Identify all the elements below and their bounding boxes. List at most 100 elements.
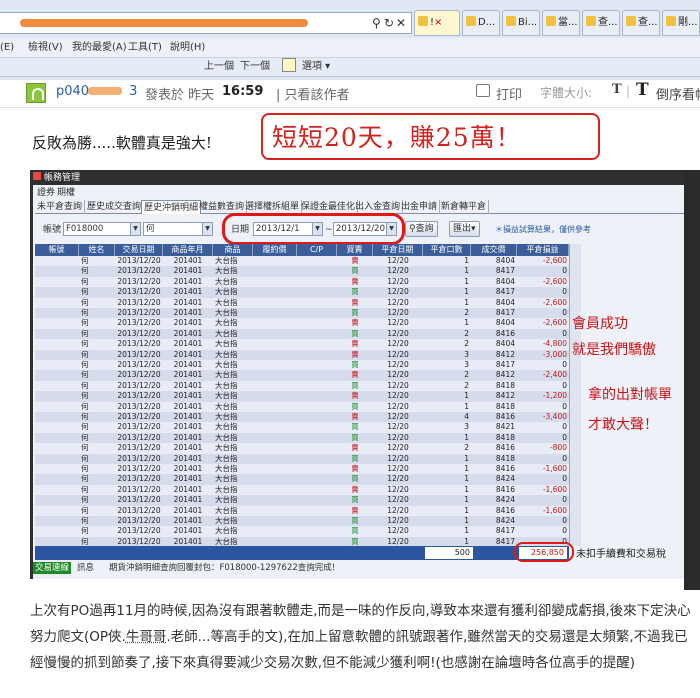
tab-equity[interactable]: 權益數查詢 [197, 200, 248, 214]
find-next-button[interactable]: 下一個 [240, 58, 270, 76]
search-icon[interactable]: ⚲ [372, 16, 381, 30]
table-row[interactable]: 何 2013/12/20 201401 大台指 買 12/20 1 8424 0 [35, 516, 569, 527]
table-cell: 0 [562, 401, 567, 411]
only-author-link[interactable]: | 只看該作者 [276, 84, 350, 103]
table-row[interactable]: 何 2013/12/20 201401 大台指 賣 12/20 4 8416 -3,400 [35, 412, 569, 423]
column-header[interactable]: 成交價 [471, 244, 517, 256]
font-size-label: 字體大小: [540, 86, 593, 100]
table-row[interactable]: 何 2013/12/20 201401 大台指 買 12/20 2 8417 0 [35, 308, 569, 319]
export-button[interactable]: 匯出▾ [449, 221, 480, 237]
browser-tab[interactable]: 查... [582, 10, 620, 36]
column-header[interactable]: 履約價 [253, 244, 297, 256]
table-cell: 12/20 [387, 464, 409, 473]
printer-icon[interactable] [476, 84, 490, 97]
tab-convert[interactable]: 新倉轉平倉 [439, 200, 490, 214]
column-header[interactable]: 姓名 [79, 244, 115, 256]
column-header[interactable]: 買賣 [337, 244, 373, 256]
account-select[interactable]: F018000 ▼ [63, 222, 141, 236]
table-cell: 12/20 [387, 453, 409, 463]
table-row[interactable]: 何 2013/12/20 201401 大台指買 12/20 1 8417 0 [35, 287, 569, 298]
table-cell: 8418 [495, 453, 515, 463]
table-cell: 大台指 [215, 391, 238, 401]
table-row[interactable]: 何 2013/12/20 201401 大台指 買 12/20 2 8418 0 [35, 381, 569, 391]
table-row[interactable]: 何 2013/12/20 201401 大台指 賣 12/20 2 8416 -800 [35, 443, 569, 453]
column-header[interactable]: 平倉日期 [373, 244, 423, 256]
reverse-order-link[interactable]: 倒序看帖 [656, 84, 700, 103]
close-icon[interactable]: × [434, 17, 442, 28]
tab-trade-history[interactable]: 歷史成交查詢 [85, 200, 145, 214]
menu-help[interactable]: 說明(H) [170, 38, 205, 58]
column-header[interactable]: 商品年月 [163, 244, 213, 256]
tab-deposit[interactable]: 出入金查詢 [353, 200, 404, 214]
column-header[interactable]: 交易日期 [115, 244, 163, 256]
table-row[interactable]: 何 2013/12/20 201401 大台指 賣 12/20 3 8412 -3,000 [35, 349, 569, 360]
table-row[interactable]: 何 2013/12/20 201401 大台指 賣 12/20 1 8404 -2,600 [35, 318, 569, 328]
table-row[interactable]: 何 2013/12/20 201401 大台指 賣 12/20 1 8404 -2,600 [35, 298, 569, 308]
table-cell: 1 [464, 536, 469, 546]
tab-offset-detail[interactable]: 歷史沖銷明細 [141, 200, 202, 214]
table-row[interactable]: 何 2013/12/20 201401 大台指 買 12/20 3 8421 0 [35, 422, 569, 432]
print-link[interactable]: 打印 [496, 84, 522, 103]
table-row[interactable]: 何 2013/12/20 201401 大台指 買 12/20 3 8417 0 [35, 360, 569, 370]
app-menu-futures[interactable]: 期權 [57, 187, 75, 199]
pencil-icon[interactable] [282, 58, 296, 72]
table-cell: 201401 [173, 536, 203, 546]
table-row[interactable]: 何 2013/12/20 201401 大台指 賣 12/20 1 8416 -1,600 [35, 485, 569, 495]
close-icon[interactable]: ✕ [396, 16, 406, 30]
table-cell: 0 [562, 495, 567, 505]
font-large-button[interactable]: T [636, 80, 649, 100]
browser-tab[interactable]: 查... [622, 10, 660, 36]
menu-edit[interactable]: (E) [0, 38, 14, 58]
table-row[interactable]: 何 2013/12/20 201401 大台指 賣 12/20 1 8416 -1,600 [35, 464, 569, 474]
find-prev-button[interactable]: 上一個 [204, 58, 234, 76]
menu-view[interactable]: 檢視(V) [28, 38, 63, 58]
table-row[interactable]: 何 2013/12/20 201401 大台指買 12/20 1 8417 0 [35, 526, 569, 536]
table-row[interactable]: 何 2013/12/20 201401 大台指 買 12/20 1 8424 0 [35, 495, 569, 506]
table-row[interactable]: 何 2013/12/20 201401 大台指 賣 12/20 1 8416 -1,600 [35, 506, 569, 516]
browser-tab[interactable]: Bi... [502, 10, 540, 36]
column-header[interactable]: C/P [297, 244, 337, 256]
table-cell: 大台指 [215, 328, 238, 338]
app-menu-securities[interactable]: 證券 [37, 187, 55, 199]
user-icon[interactable] [26, 83, 46, 103]
browser-tab-active[interactable]: !× [414, 10, 460, 36]
menu-favorites[interactable]: 我的最愛(A) [72, 38, 127, 58]
tab-withdraw[interactable]: 出金申請 [399, 200, 441, 214]
user-mention-link[interactable]: 牛哥哥 [126, 629, 167, 645]
menu-bar: (E) 檢視(V) 我的最愛(A) 工具(T) 說明(H) [0, 38, 700, 58]
table-cell: 何 [81, 328, 89, 338]
column-header[interactable]: 商品 [213, 244, 253, 256]
table-cell: 201401 [173, 276, 203, 286]
menu-tools[interactable]: 工具(T) [128, 38, 162, 58]
table-row[interactable]: 何 2013/12/20 201401 大台指買 12/20 1 8417 0 [35, 536, 569, 546]
browser-tab[interactable]: 剛... [662, 10, 700, 36]
table-row[interactable]: 何 2013/12/20 201401 大台指買 12/20 1 8417 0 [35, 266, 569, 277]
table-row[interactable]: 何 2013/12/20 201401 大台指 買 12/20 1 8418 0 [35, 432, 569, 444]
tab-open-positions[interactable]: 未平倉查詢 [35, 200, 86, 214]
table-row[interactable]: 何 2013/12/20 201401 大台指 賣 12/20 1 8404 -2,600 [35, 256, 569, 266]
table-scrollbar[interactable] [569, 244, 581, 546]
column-header[interactable]: 平倉口數 [423, 244, 471, 256]
table-row[interactable]: 何 2013/12/20 201401 大台指 賣 12/20 1 8404 -2,600 [35, 277, 569, 287]
column-header[interactable]: 平倉損益 [517, 244, 569, 256]
name-select[interactable]: 何 ▼ [143, 222, 213, 236]
table-row[interactable]: 何 2013/12/20 201401 大台指 買 12/20 2 8416 0 [35, 328, 569, 340]
query-button[interactable]: ⚲查詢 [405, 221, 438, 237]
table-row[interactable]: 何 2013/12/20 201401 大台指 買 12/20 1 8418 0 [35, 453, 569, 464]
table-row[interactable]: 何 2013/12/20 201401 大台指 買 12/20 1 8424 0 [35, 474, 569, 485]
table-cell: 0 [562, 526, 567, 536]
refresh-icon[interactable]: ↻ [384, 16, 394, 30]
table-row[interactable]: 何 2013/12/20 201401 大台指 賣 12/20 1 8412 -1,200 [35, 391, 569, 402]
browser-tab[interactable]: D... [462, 10, 500, 36]
font-small-button[interactable]: T [612, 82, 622, 97]
tab-option-split[interactable]: 選擇權拆組單 [243, 200, 303, 214]
column-header[interactable]: 帳號 [35, 244, 79, 256]
table-cell: 8404 [495, 297, 515, 307]
table-row[interactable]: 何 2013/12/20 201401 大台指 賣 12/20 2 8412 -2,400 [35, 370, 569, 381]
tab-margin-opt[interactable]: 保證金最佳化 [299, 200, 359, 214]
table-row[interactable]: 何 2013/12/20 201401 大台指 買 12/20 1 8418 0 [35, 402, 569, 412]
browser-tab[interactable]: 當... [542, 10, 580, 36]
table-row[interactable]: 何 2013/12/20 201401 大台指 賣 12/20 2 8404 -4,800 [35, 339, 569, 349]
username-redaction [88, 87, 122, 95]
options-button[interactable]: 選項 ▾ [302, 58, 330, 76]
